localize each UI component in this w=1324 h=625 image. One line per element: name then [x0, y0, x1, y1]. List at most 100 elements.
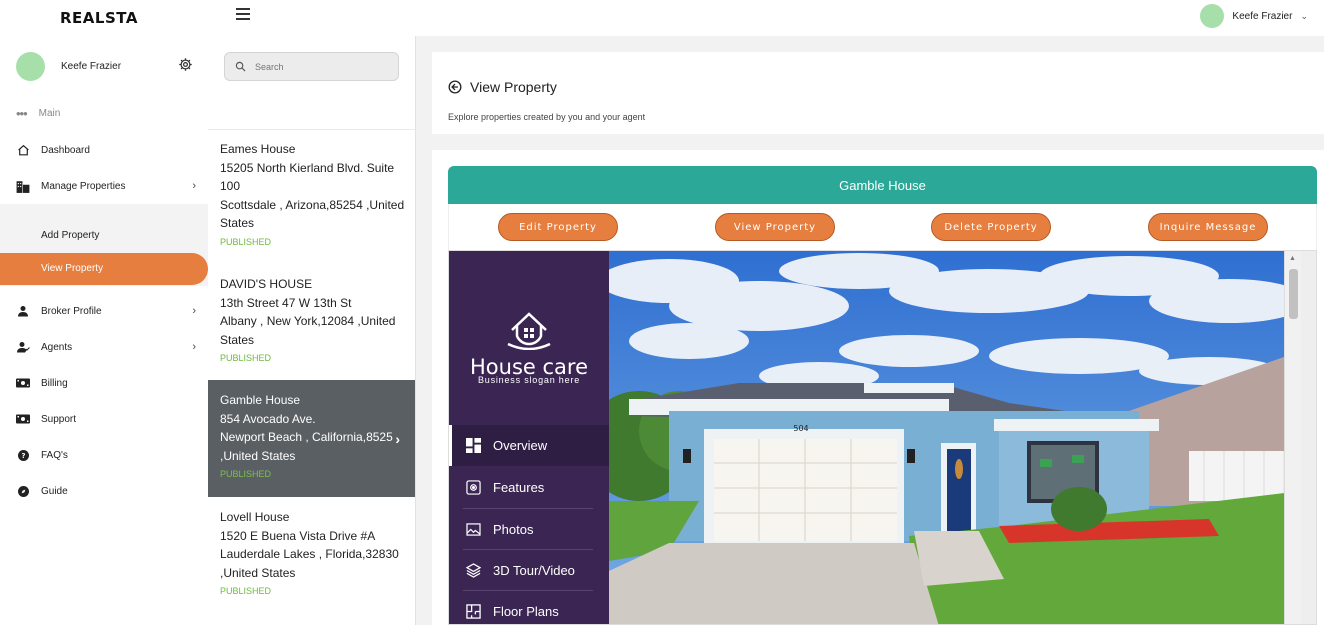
property-address: 15205 North Kierland Blvd. Suite: [220, 160, 395, 175]
property-address: Scottsdale , Arizona,85254 ,United: [220, 197, 404, 212]
property-list-item[interactable]: Lovell House 1520 E Buena Vista Drive #A…: [208, 508, 415, 608]
preview-nav-floor-plans[interactable]: Floor Plans: [449, 591, 609, 624]
scrollbar-thumb[interactable]: [1289, 269, 1298, 319]
question-icon: ?: [16, 448, 30, 462]
avatar: [16, 52, 45, 81]
layers-icon: [465, 563, 481, 579]
chevron-down-icon: ⌄: [1300, 10, 1308, 21]
preview-sidebar: House care Business slogan here Overview…: [449, 251, 609, 624]
sidebar-item-support[interactable]: Support: [16, 411, 196, 427]
sidebar-user: Keefe Frazier: [16, 52, 121, 81]
property-address: 13th Street 47 W 13th St: [220, 295, 352, 310]
sidebar-item-label: Manage Properties: [41, 180, 126, 192]
preview-nav-3d-tour[interactable]: 3D Tour/Video: [449, 550, 609, 591]
property-name: Eames House: [220, 142, 296, 156]
sidebar-item-dashboard[interactable]: Dashboard: [16, 142, 196, 158]
preview-nav-features[interactable]: Features: [449, 467, 609, 508]
sidebar-item-agents[interactable]: Agents ›: [16, 339, 196, 355]
agents-icon: [16, 340, 30, 354]
features-icon: [465, 480, 481, 496]
chevron-right-icon: ›: [192, 180, 196, 192]
submenu-label: View Property: [41, 263, 104, 274]
avatar: [1200, 4, 1225, 28]
house-photo: 504 ▲: [609, 251, 1301, 624]
nav-label: Floor Plans: [493, 604, 559, 619]
grid-icon: [465, 438, 481, 454]
dots-icon: •••: [16, 105, 28, 121]
user-icon: [16, 304, 30, 318]
nav-label: Photos: [493, 522, 534, 537]
chevron-right-icon: ›: [192, 341, 196, 353]
property-address: 854 Avocado Ave.: [220, 411, 316, 426]
sidebar-item-broker-profile[interactable]: Broker Profile ›: [16, 303, 196, 319]
home-icon: [16, 143, 30, 157]
photo-icon: [465, 522, 481, 538]
gear-icon[interactable]: [178, 57, 193, 72]
property-name: Lovell House: [220, 510, 290, 524]
status-badge: PUBLISHED: [220, 586, 272, 596]
house-logo-icon: [507, 312, 551, 350]
status-badge: PUBLISHED: [220, 469, 272, 479]
property-address: Lauderdale Lakes , Florida,32830: [220, 547, 399, 561]
property-detail-card: Gamble House Edit Property View Property…: [432, 150, 1324, 625]
preview-scrollbar[interactable]: ▲: [1284, 251, 1301, 624]
view-property-button[interactable]: View Property: [715, 213, 835, 241]
main-content: View Property Explore properties created…: [416, 36, 1324, 625]
property-address: States: [220, 216, 255, 230]
user-menu[interactable]: Keefe Frazier ⌄: [1200, 4, 1308, 28]
sidebar-item-manage-properties[interactable]: Manage Properties ›: [16, 178, 196, 194]
building-icon: [16, 179, 30, 193]
section-label: Main: [38, 108, 61, 119]
sidebar-item-label: FAQ's: [41, 449, 68, 461]
top-bar: REALSTA Keefe Frazier ⌄: [0, 0, 1324, 36]
brand-slogan: Business slogan here: [477, 375, 581, 385]
billing-icon: [16, 376, 30, 390]
sidebar-user-name: Keefe Frazier: [61, 61, 122, 72]
app-logo[interactable]: REALSTA: [60, 9, 138, 27]
property-address: Albany , New York,12084 ,United: [220, 314, 396, 328]
property-address: ,United States: [220, 565, 296, 580]
submenu-add-property[interactable]: Add Property: [41, 230, 99, 241]
submenu-view-property[interactable]: View Property: [0, 253, 208, 285]
sidebar-item-guide[interactable]: Guide: [16, 483, 196, 499]
chevron-right-icon: ›: [395, 431, 400, 447]
scroll-up-icon[interactable]: ▲: [1289, 255, 1296, 262]
delete-property-button[interactable]: Delete Property: [931, 213, 1051, 241]
svg-text:?: ?: [21, 451, 25, 459]
property-title: Gamble House: [839, 177, 926, 193]
property-list-item[interactable]: Eames House 15205 North Kierland Blvd. S…: [208, 140, 415, 264]
property-actions: Edit Property View Property Delete Prope…: [448, 204, 1317, 250]
property-list-item[interactable]: DAVID'S HOUSE 13th Street 47 W 13th St A…: [208, 275, 415, 375]
page-subtitle: Explore properties created by you and yo…: [448, 112, 646, 122]
property-list-item-selected[interactable]: Gamble House 854 Avocado Ave. Newport Be…: [208, 380, 415, 497]
search-box[interactable]: [224, 52, 399, 81]
sidebar-item-label: Broker Profile: [41, 305, 102, 317]
property-list-panel: Eames House 15205 North Kierland Blvd. S…: [208, 36, 416, 625]
sidebar-item-label: Guide: [41, 485, 68, 497]
status-badge: PUBLISHED: [220, 236, 272, 247]
property-address: Newport Beach , California,8525: [220, 430, 393, 444]
property-address: 1520 E Buena Vista Drive #A: [220, 528, 376, 543]
nav-label: Features: [493, 480, 545, 495]
back-arrow-icon[interactable]: [448, 80, 462, 94]
user-name: Keefe Frazier: [1232, 10, 1293, 22]
search-input[interactable]: [255, 61, 395, 72]
nav-label: Overview: [493, 438, 548, 453]
menu-toggle-icon[interactable]: [236, 8, 250, 20]
sidebar-item-faqs[interactable]: ? FAQ's: [16, 447, 196, 463]
property-site-preview[interactable]: House care Business slogan here Overview…: [448, 250, 1317, 625]
inquire-message-button[interactable]: Inquire Message: [1148, 213, 1268, 241]
sidebar-item-label: Agents: [41, 341, 73, 353]
page-title: View Property: [470, 79, 557, 95]
preview-nav-overview[interactable]: Overview: [449, 425, 609, 466]
property-name: Gamble House: [220, 393, 301, 407]
edit-property-button[interactable]: Edit Property: [498, 213, 618, 241]
property-title-banner: Gamble House: [448, 166, 1317, 204]
sidebar-item-label: Dashboard: [41, 144, 90, 156]
property-name: DAVID'S HOUSE: [220, 277, 313, 291]
search-icon: [235, 61, 246, 72]
sidebar-item-billing[interactable]: Billing: [16, 375, 196, 391]
preview-nav-photos[interactable]: Photos: [449, 509, 609, 550]
nav-label: 3D Tour/Video: [493, 563, 575, 578]
compass-icon: [16, 484, 30, 498]
